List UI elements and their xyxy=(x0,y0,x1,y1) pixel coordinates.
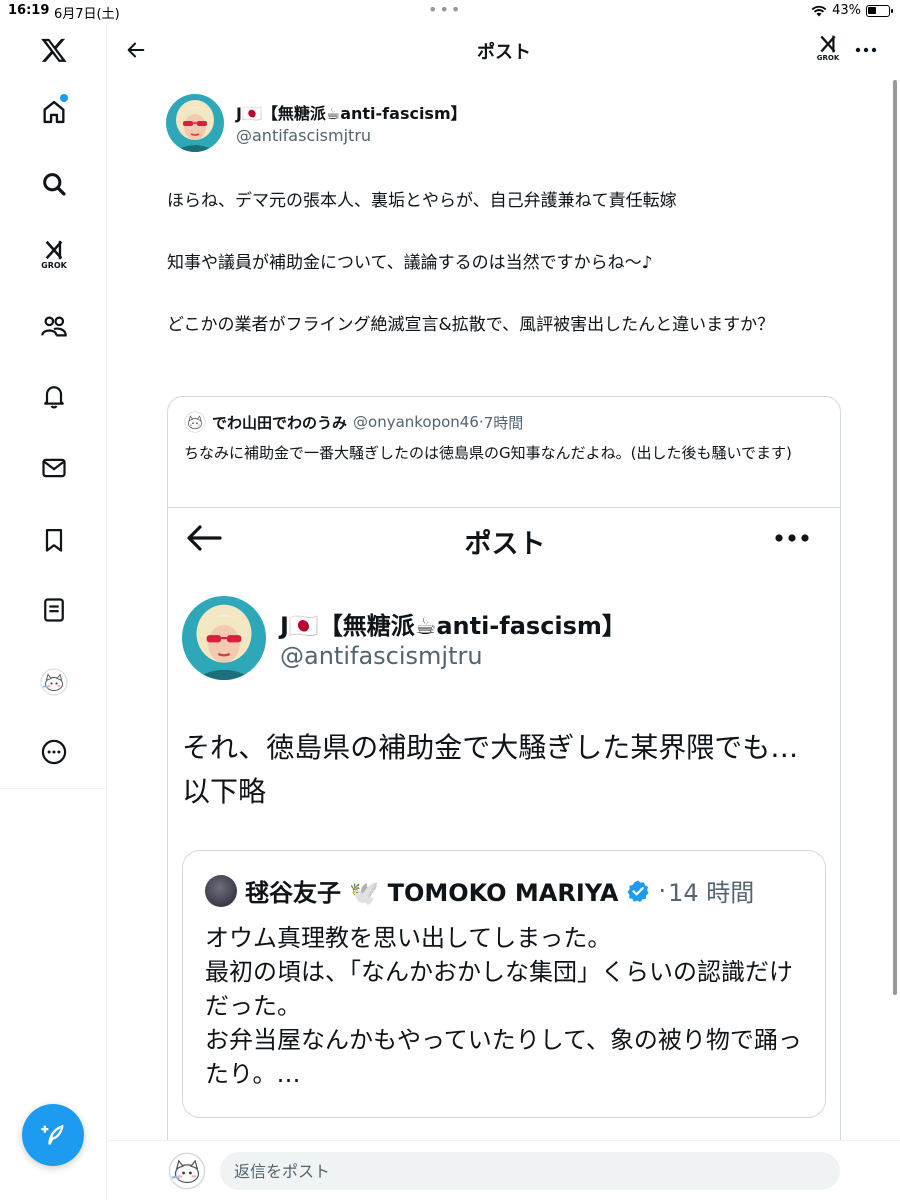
inner-quote-text: オウム真理教を思い出してしまった。 最初の頃は、「なんかおかしな集団」くらいの認… xyxy=(205,921,805,1091)
tweet-line: どこかの業者がフライング絶滅宣言&拡散で、風評被害出したんと違いますか？ xyxy=(167,315,775,335)
status-time: 16:19 xyxy=(8,3,50,18)
quoted-time: 7時間 xyxy=(483,413,524,432)
screenshot-text-line: 以下略 xyxy=(182,775,267,808)
home-icon xyxy=(43,100,65,124)
tweet-line: 知事や議員が補助金について、議論するのは当然ですからね〜♪ xyxy=(167,253,653,273)
sidebar-item-notifications[interactable] xyxy=(28,370,80,422)
wifi-icon xyxy=(811,5,827,16)
more-horizontal-icon xyxy=(775,534,809,542)
screenshot-title: ポスト xyxy=(464,529,546,560)
quoted-author-name: でわ山田でわのうみ xyxy=(212,413,348,432)
sidebar-item-grok[interactable]: GROK xyxy=(28,228,80,280)
status-bar: 16:19 6月7日(土) ••• 43% xyxy=(0,0,900,24)
multitasking-dots-icon[interactable]: ••• xyxy=(428,0,462,19)
sidebar-item-explore[interactable] xyxy=(28,158,80,210)
bookmark-icon xyxy=(45,528,63,552)
compose-icon xyxy=(41,1125,64,1145)
post-header: ポスト GROK xyxy=(108,24,900,76)
tweet-text: ほらね、デマ元の張本人、裏垢とやらが、自己弁護兼ねて責任転嫁 知事や議員が補助金… xyxy=(167,186,847,341)
inner-quote-avatar xyxy=(205,874,237,907)
sidebar-divider xyxy=(0,788,107,789)
reply-bar xyxy=(108,1140,900,1200)
verified-badge-icon xyxy=(627,880,649,902)
more-circle-icon xyxy=(41,739,67,765)
avatar xyxy=(168,1152,206,1190)
battery-percent: 43% xyxy=(832,3,861,18)
grok-button[interactable]: GROK xyxy=(812,34,844,66)
sidebar-item-profile[interactable] xyxy=(28,656,80,708)
reply-input[interactable] xyxy=(220,1152,840,1190)
page-title: ポスト xyxy=(477,42,531,63)
separator-dot: · xyxy=(658,876,667,905)
inner-quote-line: オウム真理教を思い出してしまった。 xyxy=(205,924,612,952)
inner-quote-header: 毬谷友子 🕊️ TOMOKO MARIYA · 14 時間 xyxy=(205,873,754,908)
battery-icon xyxy=(866,4,893,17)
grok-icon xyxy=(820,35,836,53)
sidebar-item-bookmarks[interactable] xyxy=(28,514,80,566)
quoted-tweet-text: ちなみに補助金で一番大騒ぎしたのは徳島県のG知事なんだよね。(出した後も騒いでま… xyxy=(184,444,792,462)
author-name[interactable]: J🇯🇵【無糖派☕anti-fascism】 xyxy=(236,100,467,124)
notification-dot xyxy=(60,94,68,102)
compose-button[interactable] xyxy=(22,1104,84,1166)
author-handle[interactable]: @antifascismjtru xyxy=(236,126,371,145)
grok-label: GROK xyxy=(41,260,67,270)
screenshot-author-handle: @antifascismjtru xyxy=(280,642,483,670)
inner-quote-line: お弁当屋なんかもやっていたりして、象の被り物で踊ったり。… xyxy=(205,1026,802,1088)
tweet-line-spacer xyxy=(167,279,847,310)
list-icon xyxy=(44,598,64,622)
more-options-button[interactable] xyxy=(852,36,880,64)
status-date: 6月7日(土) xyxy=(54,7,120,22)
search-icon xyxy=(43,173,66,196)
quoted-tweet-card[interactable]: でわ山田でわのうみ @onyankopon46 · 7時間 ちなみに補助金で一番大騒… xyxy=(167,396,841,1156)
scrollbar[interactable] xyxy=(893,80,897,995)
inner-quote-line: 最初の頃は、「なんかおかしな集団」くらいの認識だけだった。 xyxy=(205,958,793,1020)
quoted-author-avatar xyxy=(184,411,206,433)
sidebar-item-lists[interactable] xyxy=(28,584,80,636)
quoted-tweet-header: でわ山田でわのうみ @onyankopon46 · 7時間 xyxy=(184,411,523,433)
x-logo-icon[interactable] xyxy=(28,24,80,76)
sidebar: GROK xyxy=(0,24,107,1200)
people-icon xyxy=(41,316,67,337)
envelope-icon xyxy=(42,458,66,478)
sidebar-item-messages[interactable] xyxy=(28,442,80,494)
tweet-line: ほらね、デマ元の張本人、裏垢とやらが、自己弁護兼ねて責任転嫁 xyxy=(167,191,677,211)
battery-fill xyxy=(868,6,876,14)
sidebar-item-home[interactable] xyxy=(28,86,80,138)
more-horizontal-icon xyxy=(855,47,877,53)
sidebar-item-more[interactable] xyxy=(28,726,80,778)
screenshot-text-line: それ、徳島県の補助金で大騒ぎした某界隈でも… xyxy=(182,731,799,764)
avatar xyxy=(40,668,68,696)
quoted-author-handle: @onyankopon46 xyxy=(353,413,479,431)
screenshot-tweet-text: それ、徳島県の補助金で大騒ぎした某界隈でも… 以下略 xyxy=(182,726,822,814)
screenshot-author-avatar xyxy=(182,596,266,680)
attached-screenshot[interactable]: ポスト J🇯🇵【無糖派☕anti-fascism】 @antifascismjt… xyxy=(168,507,840,1155)
screenshot-author-name: J🇯🇵【無糖派☕anti-fascism】 xyxy=(280,612,626,640)
sidebar-item-communities[interactable] xyxy=(28,300,80,352)
tweet-line-spacer xyxy=(167,217,847,248)
bell-icon xyxy=(44,386,64,409)
inner-quote-author-name: 毬谷友子 🕊️ TOMOKO MARIYA xyxy=(245,879,619,907)
grok-icon xyxy=(45,240,63,259)
status-right: 43% xyxy=(811,3,893,18)
screenshot-inner-quote: 毬谷友子 🕊️ TOMOKO MARIYA · 14 時間 オウム真理教を思い出し… xyxy=(182,850,826,1118)
grok-label: GROK xyxy=(816,54,840,62)
inner-quote-time: 14 時間 xyxy=(668,879,755,907)
author-avatar[interactable] xyxy=(166,94,224,152)
